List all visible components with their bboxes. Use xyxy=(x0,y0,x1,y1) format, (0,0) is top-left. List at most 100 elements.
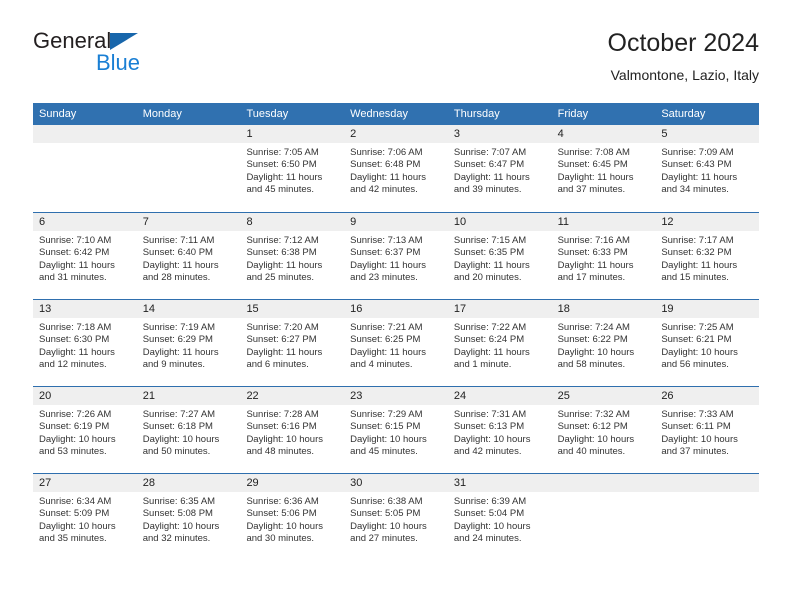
day-number: 21 xyxy=(136,387,241,405)
day-cell[interactable]: 4 Sunrise: 7:08 AM Sunset: 6:45 PM Daylight… xyxy=(551,125,656,212)
sunset-text: Sunset: 6:47 PM xyxy=(453,159,525,171)
sunset-text: Sunset: 6:30 PM xyxy=(39,334,110,346)
day-number: 22 xyxy=(240,387,345,405)
day-info: Sunrise: 7:08 AM Sunset: 6:45 PM Daylight:… xyxy=(552,143,656,197)
day-number: 2 xyxy=(344,125,448,143)
day-number: 12 xyxy=(655,213,760,231)
sunrise-text: Sunrise: 6:39 AM xyxy=(453,496,527,507)
day-cell[interactable]: 15 Sunrise: 7:20 AM Sunset: 6:27 PM Dayligh… xyxy=(240,300,345,386)
day-cell[interactable]: 20 Sunrise: 7:26 AM Sunset: 6:19 PM Dayligh… xyxy=(33,387,137,473)
day-cell[interactable]: 31 Sunrise: 6:39 AM Sunset: 5:04 PM Dayligh… xyxy=(447,474,552,560)
day-cell[interactable]: 1 Sunrise: 7:05 AM Sunset: 6:50 PM Daylight… xyxy=(240,125,345,212)
day-number: 18 xyxy=(551,300,656,318)
day-cell[interactable]: 29 Sunrise: 6:36 AM Sunset: 5:06 PM Dayligh… xyxy=(240,474,345,560)
daylight-text: Daylight: 11 hours and 12 minutes. xyxy=(39,346,115,371)
day-info: Sunrise: 7:16 AM Sunset: 6:33 PM Daylight:… xyxy=(552,231,656,285)
sunrise-text: Sunrise: 7:32 AM xyxy=(557,409,630,420)
day-cell[interactable]: 19 Sunrise: 7:25 AM Sunset: 6:21 PM Dayligh… xyxy=(655,300,760,386)
sunset-text: Sunset: 6:35 PM xyxy=(453,247,525,259)
day-info: Sunrise: 7:33 AM Sunset: 6:11 PM Daylight:… xyxy=(655,405,759,459)
day-cell[interactable]: 16 Sunrise: 7:21 AM Sunset: 6:25 PM Dayligh… xyxy=(344,300,448,386)
day-number: 29 xyxy=(240,474,345,492)
daylight-text: Daylight: 10 hours and 53 minutes. xyxy=(39,433,116,458)
day-cell[interactable]: 28 Sunrise: 6:35 AM Sunset: 5:08 PM Dayligh… xyxy=(136,474,241,560)
day-number: 5 xyxy=(655,125,760,143)
daylight-text: Daylight: 10 hours and 56 minutes. xyxy=(661,346,738,371)
sunset-text: Sunset: 6:42 PM xyxy=(39,247,110,259)
day-cell[interactable]: 21 Sunrise: 7:27 AM Sunset: 6:18 PM Dayligh… xyxy=(136,387,241,473)
sunrise-text: Sunrise: 7:33 AM xyxy=(661,409,734,420)
sunset-text: Sunset: 6:21 PM xyxy=(661,334,732,346)
day-cell[interactable]: 9 Sunrise: 7:13 AM Sunset: 6:37 PM Daylight… xyxy=(344,213,448,299)
sunrise-text: Sunrise: 7:10 AM xyxy=(39,235,112,246)
day-cell[interactable]: 7 Sunrise: 7:11 AM Sunset: 6:40 PM Daylight… xyxy=(136,213,241,299)
sunset-text: Sunset: 6:37 PM xyxy=(350,247,421,259)
sunset-text: Sunset: 5:09 PM xyxy=(39,508,110,520)
daylight-text: Daylight: 11 hours and 37 minutes. xyxy=(557,171,634,196)
sunrise-text: Sunrise: 7:28 AM xyxy=(246,409,319,420)
day-cell[interactable]: 24 Sunrise: 7:31 AM Sunset: 6:13 PM Dayligh… xyxy=(447,387,552,473)
day-cell[interactable]: 3 Sunrise: 7:07 AM Sunset: 6:47 PM Daylight… xyxy=(447,125,552,212)
daylight-text: Daylight: 11 hours and 39 minutes. xyxy=(453,171,530,196)
week-row: 27 Sunrise: 6:34 AM Sunset: 5:09 PM Dayligh… xyxy=(33,473,760,560)
day-cell[interactable]: 11 Sunrise: 7:16 AM Sunset: 6:33 PM Dayligh… xyxy=(551,213,656,299)
day-cell[interactable]: 10 Sunrise: 7:15 AM Sunset: 6:35 PM Dayligh… xyxy=(447,213,552,299)
sunrise-text: Sunrise: 7:05 AM xyxy=(246,147,319,158)
sunset-text: Sunset: 6:22 PM xyxy=(557,334,628,346)
day-info: Sunrise: 7:17 AM Sunset: 6:32 PM Daylight:… xyxy=(655,231,759,285)
sunset-text: Sunset: 6:48 PM xyxy=(350,159,421,171)
day-cell-empty xyxy=(136,125,241,212)
daylight-text: Daylight: 11 hours and 6 minutes. xyxy=(246,346,323,371)
day-cell[interactable]: 14 Sunrise: 7:19 AM Sunset: 6:29 PM Dayligh… xyxy=(136,300,241,386)
day-number: 19 xyxy=(655,300,760,318)
daylight-text: Daylight: 10 hours and 58 minutes. xyxy=(557,346,635,371)
weekday-header-tuesday: Tuesday xyxy=(246,108,289,120)
day-cell[interactable]: 12 Sunrise: 7:17 AM Sunset: 6:32 PM Dayligh… xyxy=(655,213,760,299)
day-number: 11 xyxy=(551,213,656,231)
day-info: Sunrise: 7:32 AM Sunset: 6:12 PM Daylight:… xyxy=(552,405,656,459)
sunset-text: Sunset: 6:40 PM xyxy=(142,247,213,259)
sunset-text: Sunset: 5:04 PM xyxy=(453,508,525,520)
day-cell[interactable]: 25 Sunrise: 7:32 AM Sunset: 6:12 PM Dayligh… xyxy=(551,387,656,473)
sunset-text: Sunset: 6:18 PM xyxy=(142,421,213,433)
weeks-container: 1 Sunrise: 7:05 AM Sunset: 6:50 PM Daylight… xyxy=(33,125,760,560)
daylight-text: Daylight: 11 hours and 45 minutes. xyxy=(246,171,323,196)
week-row: 1 Sunrise: 7:05 AM Sunset: 6:50 PM Daylight… xyxy=(33,125,760,212)
daylight-text: Daylight: 11 hours and 17 minutes. xyxy=(557,259,634,284)
day-cell[interactable]: 5 Sunrise: 7:09 AM Sunset: 6:43 PM Daylight… xyxy=(655,125,760,212)
day-cell[interactable]: 18 Sunrise: 7:24 AM Sunset: 6:22 PM Dayligh… xyxy=(551,300,656,386)
day-cell[interactable]: 8 Sunrise: 7:12 AM Sunset: 6:38 PM Daylight… xyxy=(240,213,345,299)
daylight-text: Daylight: 11 hours and 23 minutes. xyxy=(350,259,427,284)
daylight-text: Daylight: 11 hours and 4 minutes. xyxy=(350,346,427,371)
day-number: 14 xyxy=(136,300,241,318)
day-cell[interactable]: 17 Sunrise: 7:22 AM Sunset: 6:24 PM Dayligh… xyxy=(447,300,552,386)
sunrise-text: Sunrise: 7:25 AM xyxy=(661,322,734,333)
day-info: Sunrise: 6:35 AM Sunset: 5:08 PM Daylight:… xyxy=(137,492,241,546)
day-cell[interactable]: 30 Sunrise: 6:38 AM Sunset: 5:05 PM Dayligh… xyxy=(344,474,448,560)
daylight-text: Daylight: 10 hours and 50 minutes. xyxy=(142,433,220,458)
day-cell[interactable]: 23 Sunrise: 7:29 AM Sunset: 6:15 PM Dayligh… xyxy=(344,387,448,473)
day-info: Sunrise: 7:26 AM Sunset: 6:19 PM Daylight:… xyxy=(33,405,137,459)
day-info: Sunrise: 7:07 AM Sunset: 6:47 PM Daylight:… xyxy=(448,143,552,197)
sunrise-text: Sunrise: 6:35 AM xyxy=(142,496,216,507)
daylight-text: Daylight: 10 hours and 48 minutes. xyxy=(246,433,324,458)
sunrise-text: Sunrise: 7:21 AM xyxy=(350,322,423,333)
day-info: Sunrise: 7:28 AM Sunset: 6:16 PM Daylight:… xyxy=(240,405,344,459)
sunset-text: Sunset: 6:32 PM xyxy=(661,247,732,259)
day-number xyxy=(551,474,656,492)
weekday-header-saturday: Saturday xyxy=(661,108,706,120)
day-cell[interactable]: 27 Sunrise: 6:34 AM Sunset: 5:09 PM Dayligh… xyxy=(33,474,137,560)
weekday-header-thursday: Thursday xyxy=(453,108,500,120)
day-cell[interactable]: 2 Sunrise: 7:06 AM Sunset: 6:48 PM Daylight… xyxy=(344,125,448,212)
day-number: 26 xyxy=(655,387,760,405)
day-number: 8 xyxy=(240,213,345,231)
day-cell-empty xyxy=(33,125,137,212)
sunset-text: Sunset: 6:38 PM xyxy=(246,247,317,259)
day-number xyxy=(655,474,760,492)
day-cell[interactable]: 26 Sunrise: 7:33 AM Sunset: 6:11 PM Dayligh… xyxy=(655,387,760,473)
daylight-text: Daylight: 10 hours and 27 minutes. xyxy=(350,520,427,545)
day-info: Sunrise: 6:39 AM Sunset: 5:04 PM Daylight:… xyxy=(448,492,552,546)
day-cell[interactable]: 13 Sunrise: 7:18 AM Sunset: 6:30 PM Dayligh… xyxy=(33,300,137,386)
day-cell[interactable]: 6 Sunrise: 7:10 AM Sunset: 6:42 PM Daylight… xyxy=(33,213,137,299)
day-cell[interactable]: 22 Sunrise: 7:28 AM Sunset: 6:16 PM Dayligh… xyxy=(240,387,345,473)
